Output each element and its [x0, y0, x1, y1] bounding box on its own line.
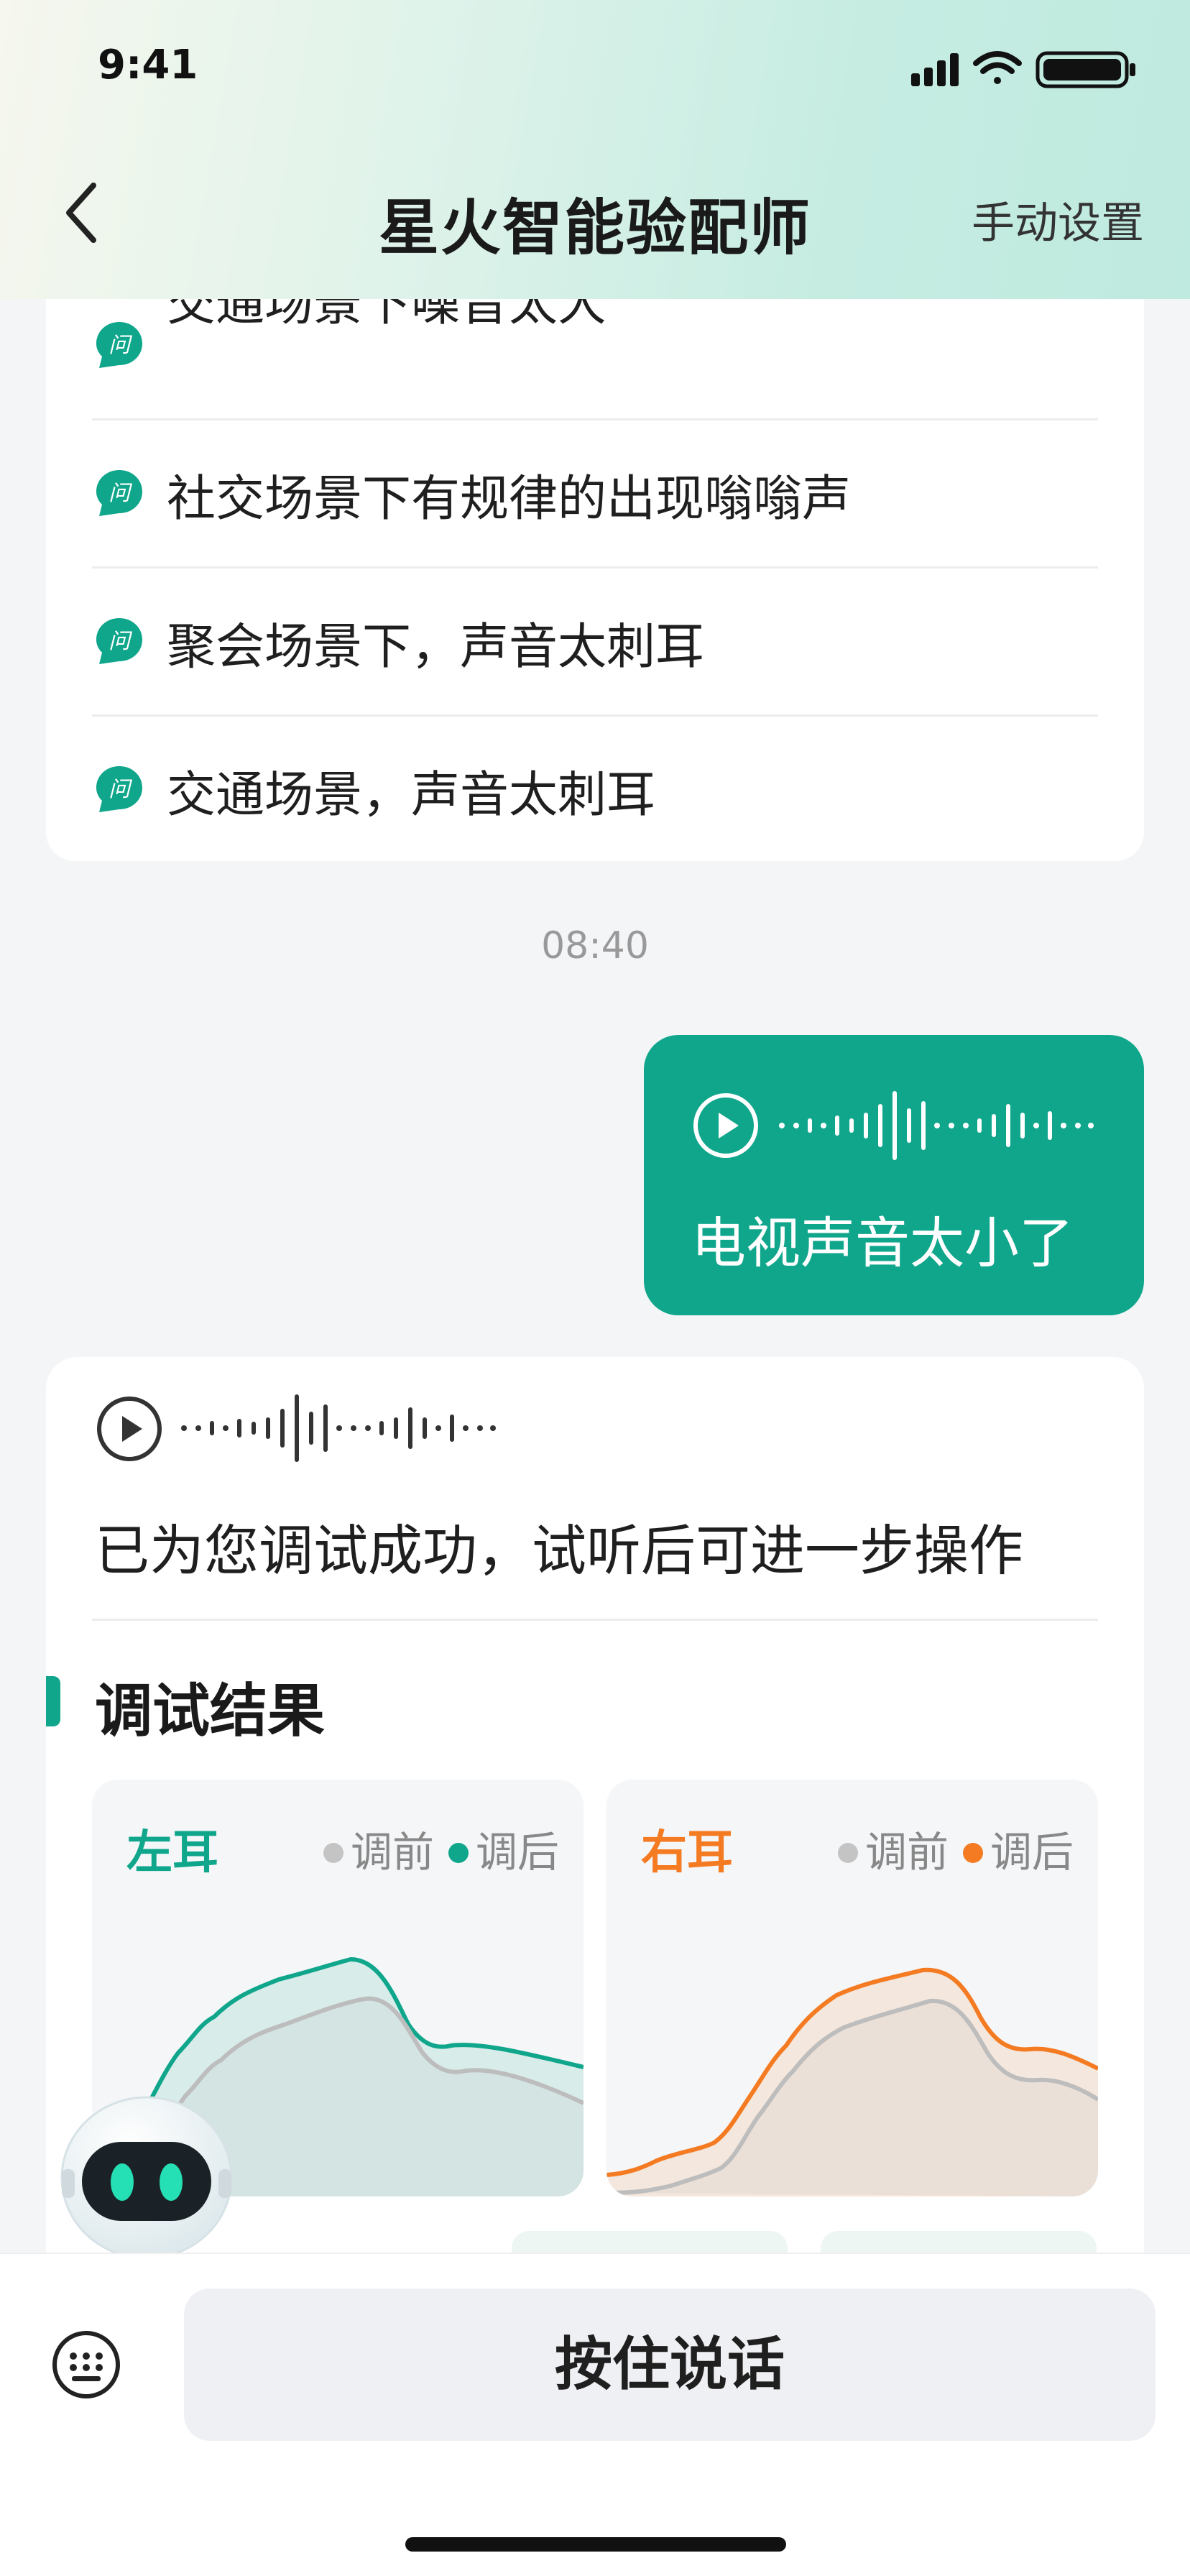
divider [92, 1619, 1098, 1621]
question-text: 社交场景下有规律的出现嗡嗡声 [167, 471, 852, 528]
manual-settings-button[interactable]: 手动设置 [972, 188, 1144, 251]
question-item[interactable]: 问 交通场景下噪音太大 [92, 299, 1098, 420]
svg-text:问: 问 [109, 333, 133, 358]
legend-before: 调前 [864, 1828, 949, 1877]
question-bubble-icon: 问 [96, 766, 142, 812]
right-ear-chart-card: 右耳 调前 调后 [606, 1780, 1098, 2196]
play-icon[interactable] [691, 1091, 760, 1160]
legend-before: 调前 [350, 1828, 434, 1877]
legend-dot-before [837, 1842, 858, 1863]
section-title: 调试结果 [95, 1678, 325, 1744]
battery-icon [1036, 51, 1135, 88]
question-item[interactable]: 问 交通场景，声音太刺耳 [92, 714, 1098, 862]
left-ear-title: 左耳 [126, 1826, 218, 1880]
legend-dot-after [448, 1842, 469, 1863]
message-timestamp: 08:40 [541, 924, 649, 967]
legend-after: 调后 [990, 1828, 1074, 1877]
legend-dot-after [962, 1842, 983, 1863]
legend-dot-before [323, 1842, 343, 1863]
right-ear-legend: 调前 调后 [824, 1818, 1074, 1879]
question-item[interactable]: 问 社交场景下有规律的出现嗡嗡声 [92, 418, 1098, 569]
waveform-icon [181, 1394, 496, 1462]
question-text: 交通场景，声音太刺耳 [167, 767, 656, 824]
user-message-text: 电视声音太小了 [691, 1211, 1074, 1275]
right-ear-title: 右耳 [641, 1826, 733, 1880]
left-ear-legend: 调前 调后 [309, 1818, 559, 1879]
legend-after: 调后 [475, 1828, 559, 1877]
user-voice-message[interactable]: 电视声音太小了 [644, 1035, 1144, 1315]
chat-scroll-area[interactable]: 问 交通场景下噪音太大 问 社交场景下有规律的出现嗡嗡声 问 聚会场景下，声音太… [0, 299, 1190, 2254]
svg-text:问: 问 [109, 629, 133, 654]
action-tile[interactable] [512, 2231, 788, 2254]
question-text: 聚会场景下，声音太刺耳 [167, 619, 705, 676]
waveform-icon [779, 1091, 1094, 1160]
question-bubble-icon: 问 [96, 322, 142, 368]
status-bar: 9:41 [0, 0, 1190, 137]
svg-text:问: 问 [109, 481, 133, 506]
question-text: 交通场景下噪音太大 [167, 299, 607, 332]
svg-text:问: 问 [109, 777, 133, 802]
status-icons [911, 51, 1135, 88]
hold-to-talk-button[interactable]: 按住说话 [184, 2288, 1156, 2441]
wifi-icon [973, 51, 1022, 84]
action-tile[interactable] [821, 2231, 1097, 2254]
question-bubble-icon: 问 [96, 618, 142, 664]
navigation-bar: 星火智能验配师 手动设置 [0, 144, 1190, 288]
keyboard-icon[interactable] [50, 2329, 122, 2401]
question-suggestions-card: 问 交通场景下噪音太大 问 社交场景下有规律的出现嗡嗡声 问 聚会场景下，声音太… [46, 299, 1144, 861]
status-time: 9:41 [98, 42, 198, 88]
bottom-input-bar: 按住说话 [0, 2254, 1190, 2576]
section-accent-bar [46, 1676, 60, 1726]
question-item[interactable]: 问 聚会场景下，声音太刺耳 [92, 566, 1098, 717]
home-indicator [405, 2537, 786, 2552]
assistant-message-text: 已为您调试成功，试听后可进一步操作 [95, 1519, 1023, 1583]
question-bubble-icon: 问 [96, 470, 142, 516]
play-icon[interactable] [95, 1394, 164, 1463]
signal-icon [911, 53, 959, 86]
